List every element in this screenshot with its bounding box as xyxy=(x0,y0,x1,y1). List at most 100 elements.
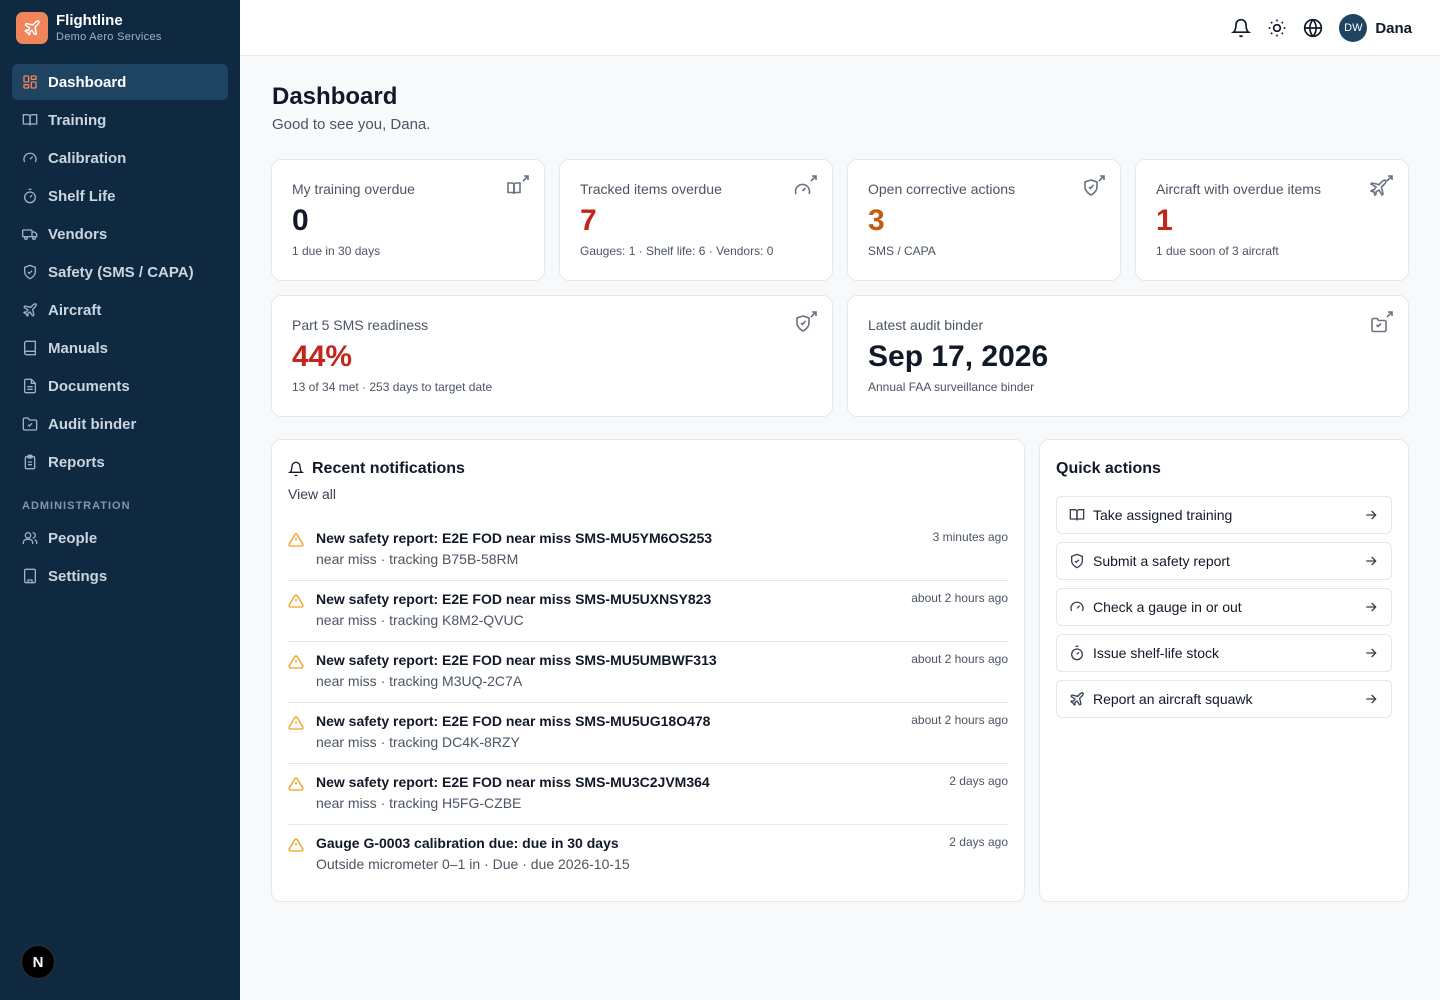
plane-logo-icon xyxy=(16,12,48,44)
arrow-right-icon xyxy=(1363,507,1379,523)
sidebar-item-label: Training xyxy=(48,111,107,129)
book-link-icon[interactable] xyxy=(506,174,530,198)
check-gauge-button[interactable]: Check a gauge in or out xyxy=(1056,588,1392,626)
notification-subtitle: near miss · tracking H5FG-CZBE xyxy=(316,795,522,811)
folder-check-link-icon[interactable] xyxy=(1370,310,1394,334)
sidebar-item-dashboard[interactable]: Dashboard xyxy=(12,64,228,100)
stat-label: Tracked items overdue xyxy=(580,181,722,197)
quick-actions-title: Quick actions xyxy=(1056,460,1161,477)
stat-card-corrective-actions[interactable]: Open corrective actions 3 SMS / CAPA xyxy=(847,159,1121,281)
sidebar-item-reports[interactable]: Reports xyxy=(12,444,228,480)
notification-time: about 2 hours ago xyxy=(911,591,1008,605)
notification-subtitle: near miss · tracking M3UQ-2C7A xyxy=(316,673,523,689)
notification-item[interactable]: New safety report: E2E FOD near miss SMS… xyxy=(288,764,1008,825)
notification-title: New safety report: E2E FOD near miss SMS… xyxy=(316,591,712,607)
warning-icon xyxy=(288,837,304,853)
gauge-icon xyxy=(1069,599,1085,615)
warning-icon xyxy=(288,654,304,670)
stat-value: 0 xyxy=(292,204,309,237)
sidebar-item-people[interactable]: People xyxy=(12,520,228,556)
warning-icon xyxy=(288,715,304,731)
book-icon xyxy=(1069,507,1085,523)
timer-icon xyxy=(22,188,38,204)
arrow-right-icon xyxy=(1363,553,1379,569)
sidebar-item-shelf-life[interactable]: Shelf Life xyxy=(12,178,228,214)
submit-safety-report-button[interactable]: Submit a safety report xyxy=(1056,542,1392,580)
notification-title: New safety report: E2E FOD near miss SMS… xyxy=(316,530,713,546)
bell-icon xyxy=(288,461,304,477)
stat-label: Open corrective actions xyxy=(868,181,1016,197)
stat-value: 1 xyxy=(1156,204,1173,237)
bell-icon[interactable] xyxy=(1229,16,1253,40)
stat-value: 3 xyxy=(868,204,885,237)
sidebar-item-label: Audit binder xyxy=(48,415,137,433)
quick-action-label: Check a gauge in or out xyxy=(1093,599,1242,615)
manual-icon xyxy=(22,340,38,356)
main-content: Dashboard Good to see you, Dana. xyxy=(272,56,1409,133)
notifications-panel: Recent notifications View all New safety… xyxy=(271,439,1025,902)
building-icon xyxy=(22,568,38,584)
stat-value: 44% xyxy=(292,340,353,373)
gauge-link-icon[interactable] xyxy=(794,174,818,198)
sidebar-item-calibration[interactable]: Calibration xyxy=(12,140,228,176)
notification-item[interactable]: New safety report: E2E FOD near miss SMS… xyxy=(288,520,1008,581)
warning-icon xyxy=(288,593,304,609)
stat-card-audit-binder[interactable]: Latest audit binder Sep 17, 2026 Annual … xyxy=(847,295,1409,417)
issue-shelf-life-button[interactable]: Issue shelf-life stock xyxy=(1056,634,1392,672)
admin-section-heading: ADMINISTRATION xyxy=(22,500,131,512)
avatar[interactable]: DW xyxy=(1339,14,1368,42)
sidebar-item-manuals[interactable]: Manuals xyxy=(12,330,228,366)
notification-item[interactable]: Gauge G-0003 calibration due: due in 30 … xyxy=(288,825,1008,886)
gauge-icon xyxy=(22,150,38,166)
sidebar-item-aircraft[interactable]: Aircraft xyxy=(12,292,228,328)
user-name[interactable]: Dana xyxy=(1375,20,1412,37)
arrow-right-icon xyxy=(1363,599,1379,615)
page-title: Dashboard xyxy=(272,83,398,110)
stat-card-aircraft-overdue[interactable]: Aircraft with overdue items 1 1 due soon… xyxy=(1135,159,1409,281)
notifications-title: Recent notifications xyxy=(312,460,465,477)
stat-label: My training overdue xyxy=(292,181,415,197)
arrow-right-icon xyxy=(1363,691,1379,707)
sidebar-item-safety[interactable]: Safety (SMS / CAPA) xyxy=(12,254,228,290)
page-subtitle: Good to see you, Dana. xyxy=(272,116,431,133)
notification-time: 2 days ago xyxy=(949,774,1008,788)
stat-note: 1 due in 30 days xyxy=(292,244,381,258)
sidebar-item-settings[interactable]: Settings xyxy=(12,558,228,594)
folder-check-icon xyxy=(22,416,38,432)
sidebar-item-documents[interactable]: Documents xyxy=(12,368,228,404)
shield-link-icon[interactable] xyxy=(794,310,818,334)
brand[interactable]: Flightline Demo Aero Services xyxy=(0,0,240,56)
take-training-button[interactable]: Take assigned training xyxy=(1056,496,1392,534)
quick-action-label: Submit a safety report xyxy=(1093,553,1230,569)
truck-icon xyxy=(22,226,38,242)
globe-icon[interactable] xyxy=(1301,16,1325,40)
sidebar-item-label: Safety (SMS / CAPA) xyxy=(48,263,194,281)
stat-card-sms-readiness[interactable]: Part 5 SMS readiness 44% 13 of 34 met · … xyxy=(271,295,833,417)
notification-title: Gauge G-0003 calibration due: due in 30 … xyxy=(316,835,619,851)
report-squawk-button[interactable]: Report an aircraft squawk xyxy=(1056,680,1392,718)
view-all-link[interactable]: View all xyxy=(288,486,336,502)
quick-action-label: Issue shelf-life stock xyxy=(1093,645,1220,661)
stat-card-tracked-overdue[interactable]: Tracked items overdue 7 Gauges: 1 · Shel… xyxy=(559,159,833,281)
stat-value: 7 xyxy=(580,204,597,237)
stat-card-training-overdue[interactable]: My training overdue 0 1 due in 30 days xyxy=(271,159,545,281)
sidebar-item-label: Documents xyxy=(48,377,130,395)
sidebar-item-vendors[interactable]: Vendors xyxy=(12,216,228,252)
sidebar-item-label: Calibration xyxy=(48,149,127,167)
sun-icon[interactable] xyxy=(1265,16,1289,40)
notification-subtitle: near miss · tracking K8M2-QVUC xyxy=(316,612,524,628)
plane-link-icon[interactable] xyxy=(1369,174,1394,198)
sidebar-item-training[interactable]: Training xyxy=(12,102,228,138)
notification-item[interactable]: New safety report: E2E FOD near miss SMS… xyxy=(288,581,1008,642)
sidebar-item-label: Reports xyxy=(48,453,105,471)
sidebar-item-audit-binder[interactable]: Audit binder xyxy=(12,406,228,442)
notification-item[interactable]: New safety report: E2E FOD near miss SMS… xyxy=(288,642,1008,703)
quick-actions-list: Take assigned training Submit a safety r… xyxy=(1056,496,1392,726)
dev-badge[interactable]: N xyxy=(21,945,55,979)
stat-label: Aircraft with overdue items xyxy=(1156,181,1321,197)
sidebar-item-label: Vendors xyxy=(48,225,108,243)
notification-item[interactable]: New safety report: E2E FOD near miss SMS… xyxy=(288,703,1008,764)
shield-link-icon[interactable] xyxy=(1082,174,1106,198)
shield-icon xyxy=(1069,553,1085,569)
stat-value: Sep 17, 2026 xyxy=(868,340,1049,373)
